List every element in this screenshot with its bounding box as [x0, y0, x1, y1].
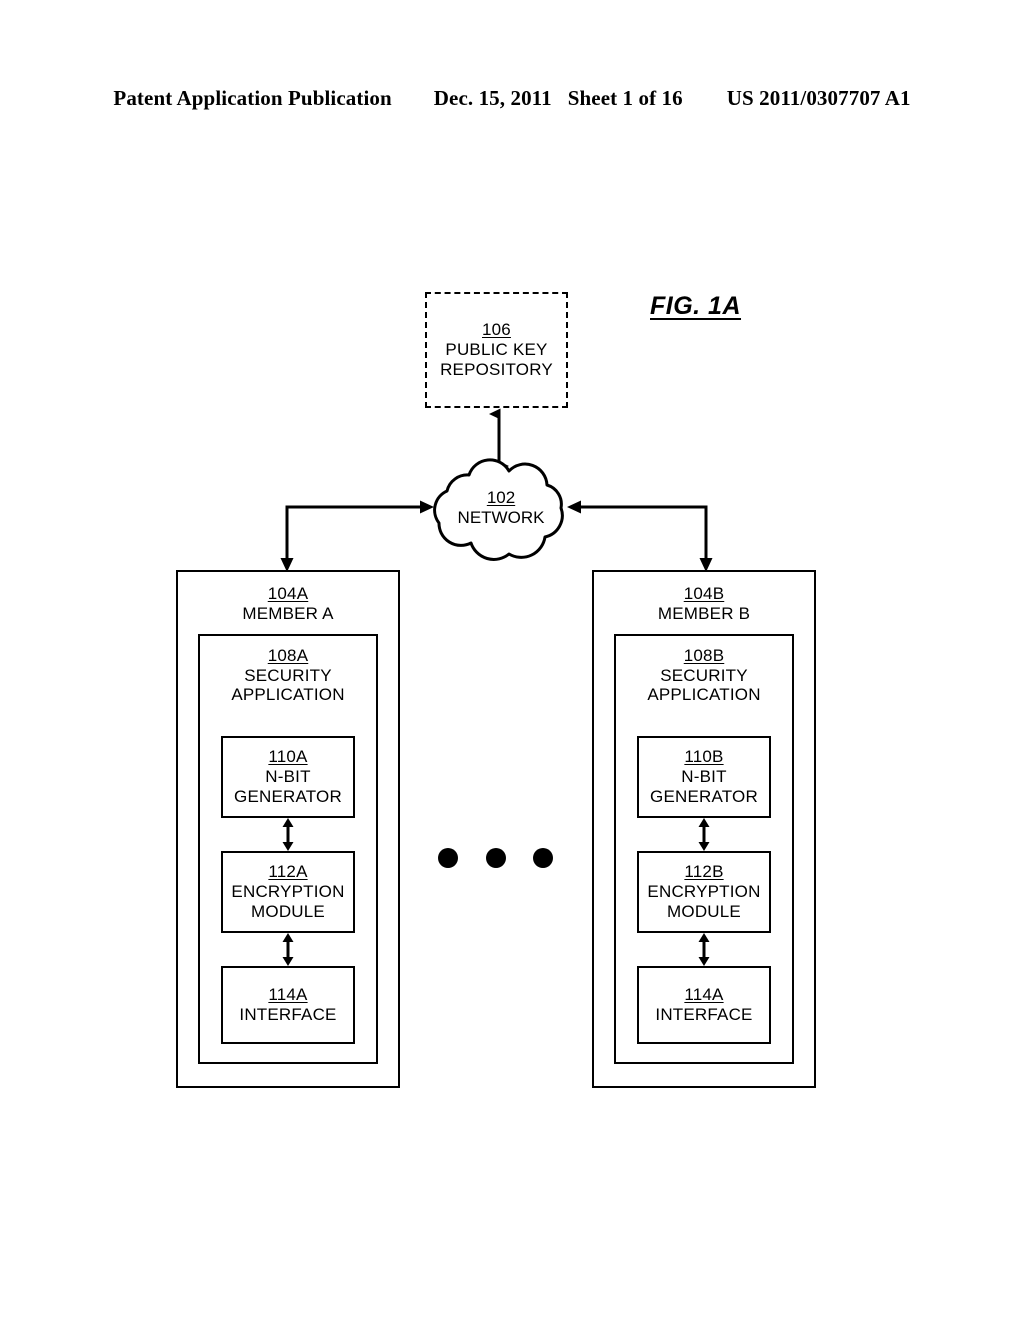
n-bit-generator-a-line1: N-BIT	[265, 767, 311, 787]
public-key-repository-ref: 106	[482, 320, 511, 340]
header-date-label: Dec. 15, 2011	[433, 86, 552, 110]
interface-b-box[interactable]: 114A INTERFACE	[637, 966, 771, 1044]
member-a-box[interactable]: 104A MEMBER A 108A SECURITY APPLICATION …	[176, 570, 400, 1088]
arrow-encryption-interface-b	[698, 933, 710, 966]
arrow-generator-encryption-b	[698, 818, 710, 851]
arrow-encryption-interface-a	[282, 933, 294, 966]
encryption-module-a-line2: MODULE	[251, 901, 325, 921]
member-b-ref: 104B	[683, 584, 725, 603]
ellipsis-dot	[438, 848, 458, 868]
page-header: Patent Application Publication Dec. 15, …	[0, 86, 1024, 116]
n-bit-generator-a-line2: GENERATOR	[234, 786, 342, 806]
figure-label: FIG. 1A	[650, 292, 742, 320]
n-bit-generator-a-ref: 110A	[268, 747, 308, 767]
interface-b-text: 114A INTERFACE	[655, 985, 752, 1024]
n-bit-generator-b-line2: GENERATOR	[650, 786, 758, 806]
public-key-repository-text: 106 PUBLIC KEY REPOSITORY	[440, 320, 553, 379]
interface-b-line1: INTERFACE	[655, 1005, 753, 1024]
encryption-module-b-ref: 112B	[684, 862, 724, 882]
network-cloud[interactable]: 102 NETWORK	[421, 455, 581, 565]
network-name: NETWORK	[457, 507, 545, 527]
member-b-title: 104B MEMBER B	[594, 584, 814, 623]
encryption-module-b-line1: ENCRYPTION	[647, 882, 761, 902]
ellipsis-dot	[533, 848, 553, 868]
encryption-module-a-line1: ENCRYPTION	[231, 882, 345, 902]
connector-lines: cloud : vertical double headed arrow -->	[280, 408, 713, 572]
network-ref: 102	[486, 488, 516, 507]
interface-a-text: 114A INTERFACE	[239, 985, 336, 1024]
security-application-a-line1: SECURITY	[244, 665, 332, 685]
encryption-module-a-text: 112A ENCRYPTION MODULE	[231, 862, 344, 921]
n-bit-generator-b-text: 110B N-BIT GENERATOR	[650, 747, 758, 806]
n-bit-generator-b-box[interactable]: 110B N-BIT GENERATOR	[637, 736, 771, 818]
member-a-ref: 104A	[267, 584, 309, 603]
security-application-b-title: 108B SECURITY APPLICATION	[616, 646, 792, 705]
security-application-b-box[interactable]: 108B SECURITY APPLICATION 110B N-BIT GEN…	[614, 634, 794, 1064]
public-key-repository-box[interactable]: 106 PUBLIC KEY REPOSITORY	[425, 292, 568, 408]
interface-a-line1: INTERFACE	[239, 1005, 337, 1024]
ellipsis-dots	[436, 848, 556, 870]
n-bit-generator-b-line1: N-BIT	[681, 767, 727, 787]
public-key-repository-line1: PUBLIC KEY	[445, 340, 548, 360]
connector-member-a-network	[285, 505, 423, 566]
member-a-name: MEMBER A	[242, 603, 334, 623]
header-publication-label: Patent Application Publication	[113, 86, 392, 110]
encryption-module-b-line2: MODULE	[667, 901, 741, 921]
encryption-module-b-box[interactable]: 112B ENCRYPTION MODULE	[637, 851, 771, 933]
n-bit-generator-a-text: 110A N-BIT GENERATOR	[234, 747, 342, 806]
n-bit-generator-b-ref: 110B	[684, 747, 724, 767]
encryption-module-b-text: 112B ENCRYPTION MODULE	[647, 862, 760, 921]
interface-b-ref: 114A	[684, 985, 724, 1005]
header-sheet-label: Sheet 1 of 16	[567, 86, 683, 110]
security-application-b-line1: SECURITY	[660, 665, 748, 685]
security-application-b-line2: APPLICATION	[647, 685, 761, 705]
security-application-a-ref: 108A	[267, 646, 309, 665]
security-application-a-box[interactable]: 108A SECURITY APPLICATION 110A N-BIT GEN…	[198, 634, 378, 1064]
ellipsis-dot	[486, 848, 506, 868]
connector-member-b-network	[578, 505, 708, 566]
member-a-title: 104A MEMBER A	[178, 584, 398, 623]
security-application-a-title: 108A SECURITY APPLICATION	[200, 646, 376, 705]
member-b-name: MEMBER B	[657, 603, 751, 623]
arrow-generator-encryption-a	[282, 818, 294, 851]
security-application-a-line2: APPLICATION	[231, 685, 345, 705]
interface-a-box[interactable]: 114A INTERFACE	[221, 966, 355, 1044]
public-key-repository-line2: REPOSITORY	[440, 359, 553, 379]
interface-a-ref: 114A	[268, 985, 308, 1005]
header-patent-number: US 2011/0307707 A1	[726, 86, 911, 110]
encryption-module-a-box[interactable]: 112A ENCRYPTION MODULE	[221, 851, 355, 933]
member-b-box[interactable]: 104B MEMBER B 108B SECURITY APPLICATION …	[592, 570, 816, 1088]
encryption-module-a-ref: 112A	[268, 862, 308, 882]
network-label: 102 NETWORK	[421, 488, 581, 527]
security-application-b-ref: 108B	[683, 646, 725, 665]
n-bit-generator-a-box[interactable]: 110A N-BIT GENERATOR	[221, 736, 355, 818]
